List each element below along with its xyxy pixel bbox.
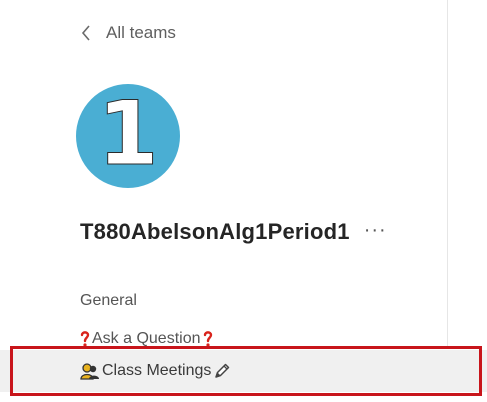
channel-class-meetings-label: Class Meetings [102, 362, 212, 379]
team-avatar: 1 [76, 84, 180, 188]
channel-general[interactable]: General [0, 286, 487, 316]
all-teams-label: All teams [106, 23, 176, 42]
people-icon [80, 362, 100, 380]
pencil-icon [213, 362, 231, 380]
chevron-left-icon [78, 21, 94, 45]
channel-general-label: General [80, 292, 137, 309]
channel-class-meetings[interactable]: Class Meetings [0, 350, 487, 392]
team-header: T880AbelsonAlg1Period1 ··· [80, 214, 387, 250]
team-name: T880AbelsonAlg1Period1 [80, 219, 350, 244]
team-avatar-text: 1 [97, 84, 159, 185]
red-question-mark-icon [80, 330, 90, 348]
channel-ask-a-question[interactable]: Ask a Question [0, 326, 487, 352]
red-question-mark-icon [203, 330, 213, 348]
channel-ask-label: Ask a Question [92, 330, 201, 347]
all-teams-back-link[interactable]: All teams [78, 18, 176, 48]
more-options-button[interactable]: ··· [364, 220, 387, 244]
